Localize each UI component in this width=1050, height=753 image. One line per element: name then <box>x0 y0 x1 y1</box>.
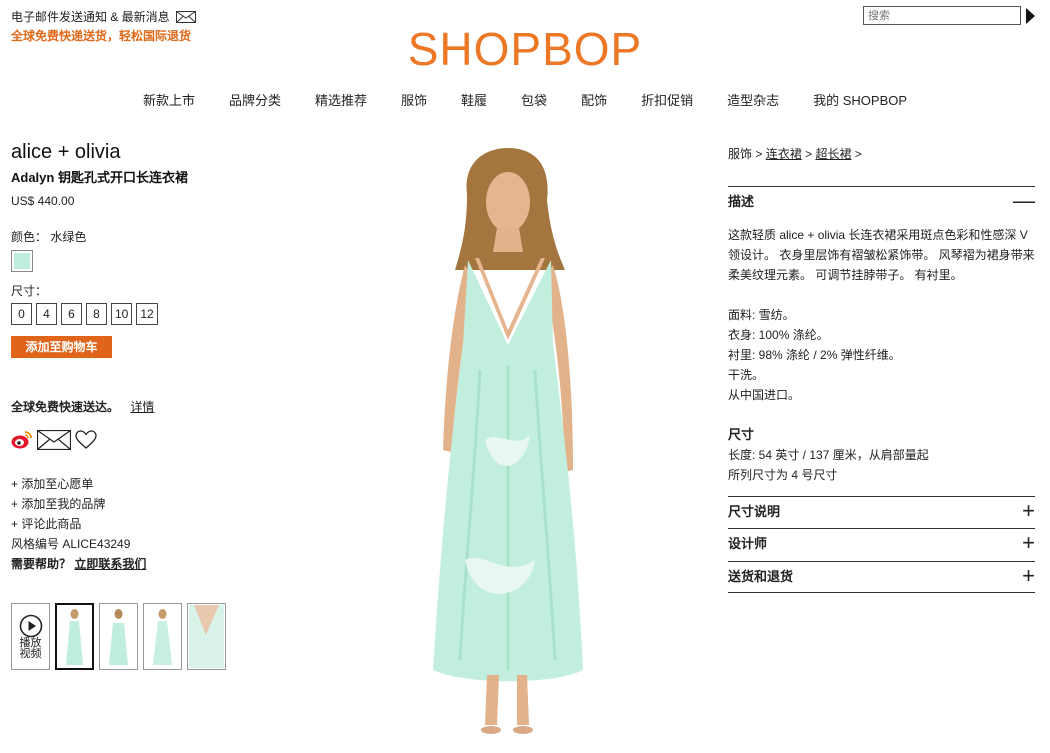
nav-item-featured[interactable]: 精选推荐 <box>298 90 384 109</box>
description-title: 描述 <box>728 194 755 209</box>
nav-item-my-shopbop[interactable]: 我的 SHOPBOP <box>796 90 924 109</box>
thumbnail-strip: 播放 视频 <box>11 603 226 670</box>
description-text: 这款轻质 alice + olivia 长连衣裙采用斑点色彩和性感深 V 领设计… <box>728 228 1035 282</box>
breadcrumb-dresses[interactable]: 连衣裙 <box>766 147 802 161</box>
thumbnail-side-image <box>153 609 172 665</box>
product-brand[interactable]: alice + olivia <box>11 141 121 164</box>
size-label: 尺寸： <box>11 284 48 298</box>
nav-item-sale[interactable]: 折扣促销 <box>624 90 710 109</box>
search-input[interactable] <box>863 6 1021 25</box>
add-to-cart-button[interactable]: 添加至购物车 <box>11 336 112 358</box>
play-video-button[interactable]: 播放 视频 <box>11 603 50 670</box>
fabric-line: 从中国进口。 <box>728 388 801 402</box>
size-guide-title: 尺寸说明 <box>728 504 781 519</box>
collapse-icon[interactable]: — <box>1013 187 1035 217</box>
expand-icon[interactable]: + <box>1022 562 1035 592</box>
designer-section: 设计师 + <box>728 528 1035 559</box>
fabric-line: 衣身: 100% 涤纶。 <box>728 328 829 342</box>
size-line: 所列尺寸为 4 号尺寸 <box>728 468 838 482</box>
expand-icon[interactable]: + <box>1022 497 1035 527</box>
description-section: 描述 — <box>728 186 1035 217</box>
shipping-returns-title: 送货和退货 <box>728 569 794 584</box>
heart-icon[interactable] <box>75 430 97 450</box>
thumbnail-front-image <box>66 609 83 665</box>
shipping-returns-section: 送货和退货 + <box>728 561 1035 593</box>
breadcrumb-separator: > <box>805 147 813 161</box>
product-price: US$ 440.00 <box>11 194 75 208</box>
help-line: 需要帮助？ 立即联系我们 <box>11 554 146 574</box>
nav-item-new[interactable]: 新款上市 <box>126 90 212 109</box>
play-video-label: 播放 视频 <box>19 636 42 660</box>
size-title: 尺寸 <box>728 427 755 442</box>
breadcrumb-maxi[interactable]: 超长裙 <box>815 147 851 161</box>
product-actions: + 添加至心愿单 + 添加至我的品牌 + 评论此商品 风格编号 ALICE432… <box>11 474 146 574</box>
size-option-12[interactable]: 12 <box>136 303 158 325</box>
description-body: 这款轻质 alice + olivia 长连衣裙采用斑点色彩和性感深 V 领设计… <box>728 225 1035 485</box>
thumbnail-detail-image <box>189 605 224 668</box>
fabric-line: 面料: 雪纺。 <box>728 308 795 322</box>
fabric-line: 衬里: 98% 涤纶 / 2% 弹性纤维。 <box>728 348 901 362</box>
nav-item-brands[interactable]: 品牌分类 <box>212 90 298 109</box>
description-header[interactable]: 描述 — <box>728 187 1035 217</box>
contact-us-link[interactable]: 立即联系我们 <box>74 557 146 571</box>
color-label: 颜色： 水绿色 <box>11 230 87 244</box>
thumbnail-detail[interactable] <box>187 603 226 670</box>
nav-item-shoes[interactable]: 鞋履 <box>444 90 504 109</box>
designer-header[interactable]: 设计师 + <box>728 529 1035 559</box>
play-icon <box>19 614 42 637</box>
thumbnail-front[interactable] <box>55 603 94 670</box>
size-option-6[interactable]: 6 <box>61 303 82 325</box>
add-to-my-brands-link[interactable]: + 添加至我的品牌 <box>11 494 146 514</box>
size-option-8[interactable]: 8 <box>86 303 107 325</box>
style-number: 风格编号 ALICE43249 <box>11 537 131 551</box>
thumbnail-back[interactable] <box>99 603 138 670</box>
breadcrumb: 服饰 > 连衣裙 > 超长裙 > <box>728 145 862 162</box>
size-option-0[interactable]: 0 <box>11 303 32 325</box>
size-guide-section: 尺寸说明 + <box>728 496 1035 527</box>
size-line: 长度: 54 英寸 / 137 厘米，从肩部量起 <box>728 448 929 462</box>
breadcrumb-separator: > <box>854 147 862 161</box>
nav-item-accessories[interactable]: 配饰 <box>564 90 624 109</box>
breadcrumb-separator: > <box>755 147 763 161</box>
thumbnail-side[interactable] <box>143 603 182 670</box>
designer-title: 设计师 <box>728 536 768 551</box>
fabric-line: 干洗。 <box>728 368 765 382</box>
shipping-details-link[interactable]: 详情 <box>130 400 154 414</box>
nav-item-bags[interactable]: 包袋 <box>504 90 564 109</box>
size-selector: 0 4 6 8 10 12 <box>11 303 158 325</box>
breadcrumb-root[interactable]: 服饰 <box>728 147 752 161</box>
shipping-returns-header[interactable]: 送货和退货 + <box>728 562 1035 592</box>
product-name: Adalyn 钥匙孔式开口长连衣裙 <box>11 170 188 185</box>
search-submit-icon[interactable] <box>1026 8 1035 24</box>
shipping-text: 全球免费快速送达。 <box>11 400 120 414</box>
email-share-icon[interactable] <box>37 430 71 450</box>
shopbop-logo[interactable]: SHOPBOP <box>0 22 1050 76</box>
thumbnail-back-image <box>109 609 128 665</box>
expand-icon[interactable]: + <box>1022 529 1035 559</box>
weibo-icon[interactable] <box>11 430 33 450</box>
help-text: 需要帮助？ <box>11 557 72 571</box>
product-main-image[interactable] <box>405 140 605 740</box>
review-product-link[interactable]: + 评论此商品 <box>11 514 146 534</box>
add-to-wishlist-link[interactable]: + 添加至心愿单 <box>11 474 146 494</box>
size-guide-header[interactable]: 尺寸说明 + <box>728 497 1035 527</box>
share-icons <box>11 430 97 450</box>
color-swatch[interactable] <box>11 250 33 272</box>
envelope-icon[interactable] <box>175 10 196 23</box>
size-option-10[interactable]: 10 <box>111 303 133 325</box>
main-nav: 新款上市 品牌分类 精选推荐 服饰 鞋履 包袋 配饰 折扣促销 造型杂志 我的 … <box>0 90 1050 109</box>
size-option-4[interactable]: 4 <box>36 303 57 325</box>
shipping-info: 全球免费快速送达。 详情 <box>11 398 154 415</box>
nav-item-magazine[interactable]: 造型杂志 <box>710 90 796 109</box>
nav-item-clothing[interactable]: 服饰 <box>384 90 444 109</box>
